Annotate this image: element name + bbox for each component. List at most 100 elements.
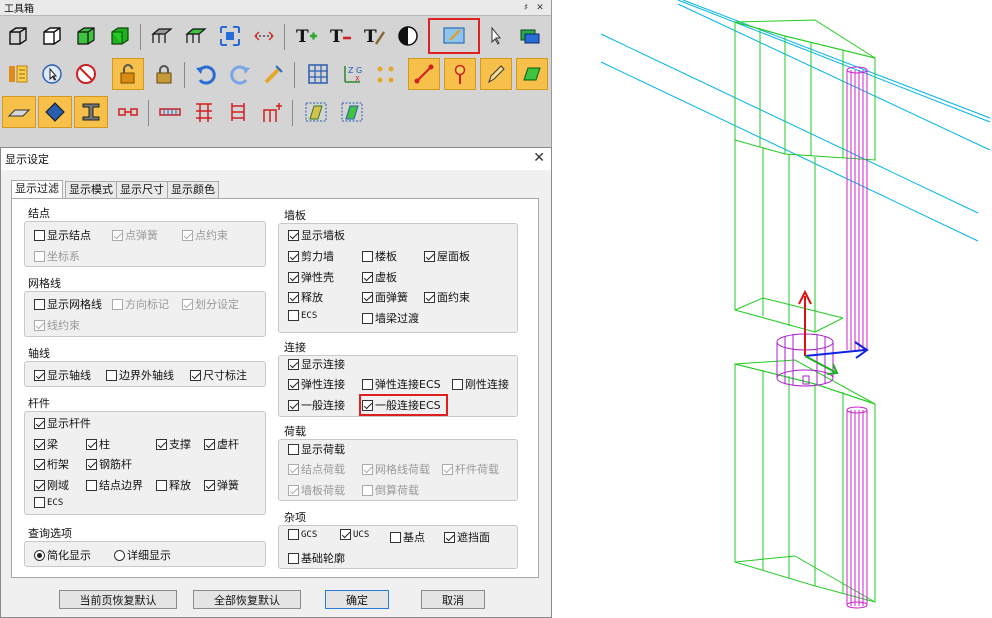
checkbox-show-wall[interactable]: 显示墙板 — [288, 227, 345, 243]
radio-simple-display[interactable]: 简化显示 — [34, 547, 91, 563]
mesh-filter-icon[interactable] — [180, 20, 212, 52]
cube-solid-icon[interactable] — [104, 20, 136, 52]
checkbox-virtual-slab[interactable]: 虚板 — [362, 269, 397, 285]
checkbox-elastic-link[interactable]: 弹性连接 — [288, 376, 345, 392]
wall-icon[interactable] — [188, 96, 220, 128]
draw-pencil-icon[interactable] — [480, 58, 512, 90]
checkbox-node-load[interactable]: 结点荷载 — [288, 461, 345, 477]
pencil-snap-icon[interactable] — [258, 58, 290, 90]
checkbox-base-point[interactable]: 基点 — [390, 529, 425, 545]
checkbox-show-grid[interactable]: 显示网格线 — [34, 296, 102, 312]
redo-icon[interactable] — [224, 58, 256, 90]
checkbox-virtual-member[interactable]: 虚杆 — [204, 436, 239, 452]
grid-icon[interactable] — [302, 58, 334, 90]
layers-icon[interactable] — [514, 20, 546, 52]
checkbox-beam[interactable]: 梁 — [34, 436, 58, 452]
paste-member-icon[interactable] — [336, 96, 368, 128]
checkbox-spring[interactable]: 弹簧 — [204, 477, 239, 493]
text-style-icon[interactable]: T — [358, 20, 390, 52]
checkbox-line-constraint[interactable]: 线约束 — [34, 317, 80, 333]
checkbox-floor-slab[interactable]: 楼板 — [362, 248, 397, 264]
checkbox-member-ecs[interactable]: ECS — [34, 497, 63, 508]
checkbox-show-axis[interactable]: 显示轴线 — [34, 367, 91, 383]
checkbox-member-release[interactable]: 释放 — [156, 477, 191, 493]
no-select-icon[interactable] — [70, 58, 102, 90]
copy-member-icon[interactable] — [300, 96, 332, 128]
dialog-close-button[interactable]: ✕ — [533, 150, 545, 166]
checkbox-rigid-zone[interactable]: 刚域 — [34, 477, 69, 493]
checkbox-show-member[interactable]: 显示杆件 — [34, 415, 91, 431]
tab-display-color[interactable]: 显示颜色 — [167, 181, 219, 199]
checkbox-wall-ecs[interactable]: ECS — [288, 310, 317, 321]
cube-green-icon[interactable] — [70, 20, 102, 52]
model-viewport[interactable] — [553, 0, 992, 618]
checkbox-point-spring[interactable]: 点弹簧 — [112, 227, 158, 243]
mesh-select-icon[interactable] — [146, 20, 178, 52]
tab-display-filter[interactable]: 显示过滤 — [11, 180, 63, 200]
measure-icon[interactable] — [248, 20, 280, 52]
unlock-icon[interactable] — [112, 58, 144, 90]
slab-icon[interactable] — [2, 96, 36, 128]
checkbox-shear-wall[interactable]: 剪力墙 — [288, 248, 334, 264]
points-icon[interactable] — [370, 58, 402, 90]
checkbox-coordinate-system[interactable]: 坐标系 — [34, 248, 80, 264]
checkbox-truss[interactable]: 桁架 — [34, 456, 69, 472]
checkbox-column[interactable]: 柱 — [86, 436, 110, 452]
reset-page-button[interactable]: 当前页恢复默认 — [59, 590, 177, 609]
pointer-icon[interactable] — [480, 20, 512, 52]
link-icon[interactable] — [112, 96, 144, 128]
toolbox-close-button[interactable]: ✕ — [533, 3, 547, 13]
undo-icon[interactable] — [190, 58, 222, 90]
zoom-fit-icon[interactable] — [214, 20, 246, 52]
checkbox-gcs[interactable]: GCS — [288, 529, 317, 540]
checkbox-dimension[interactable]: 尺寸标注 — [190, 367, 247, 383]
checkbox-direction-mark[interactable]: 方向标记 — [112, 296, 169, 312]
axis-icon[interactable]: Z GX — [336, 58, 368, 90]
property-icon[interactable] — [2, 58, 34, 90]
checkbox-outer-axis[interactable]: 边界外轴线 — [106, 367, 174, 383]
pin-icon[interactable] — [444, 58, 476, 90]
checkbox-foundation-outline[interactable]: 基础轮廓 — [288, 550, 345, 566]
cube-wire-icon[interactable] — [2, 20, 34, 52]
checkbox-back-calc-load[interactable]: 倒算荷载 — [362, 482, 419, 498]
checkbox-show-load[interactable]: 显示荷载 — [288, 441, 345, 457]
tab-display-size[interactable]: 显示尺寸 — [116, 181, 168, 199]
checkbox-member-load[interactable]: 杆件荷载 — [442, 461, 499, 477]
lock-icon[interactable] — [148, 58, 180, 90]
checkbox-node-boundary[interactable]: 结点边界 — [86, 477, 143, 493]
column-grid-icon[interactable] — [222, 96, 254, 128]
cube-outline-icon[interactable] — [36, 20, 68, 52]
checkbox-roof-slab[interactable]: 屋面板 — [424, 248, 470, 264]
reset-all-button[interactable]: 全部恢复默认 — [193, 590, 301, 609]
ok-button[interactable]: 确定 — [325, 590, 389, 609]
checkbox-rebar[interactable]: 钢筋杆 — [86, 456, 132, 472]
tab-display-mode[interactable]: 显示模式 — [65, 181, 117, 199]
diamond-icon[interactable] — [38, 96, 72, 128]
checkbox-surface-spring[interactable]: 面弹簧 — [362, 289, 408, 305]
checkbox-occlusion[interactable]: 遮挡面 — [444, 529, 490, 545]
contrast-icon[interactable] — [392, 20, 424, 52]
add-member-icon[interactable] — [256, 96, 288, 128]
checkbox-division-setting[interactable]: 划分设定 — [182, 296, 239, 312]
checkbox-rigid-link[interactable]: 刚性连接 — [452, 376, 509, 392]
text-remove-icon[interactable]: T — [324, 20, 356, 52]
checkbox-general-link[interactable]: 一般连接 — [288, 397, 345, 413]
checkbox-wall-load[interactable]: 墙板荷载 — [288, 482, 345, 498]
checkbox-elastic-link-ecs[interactable]: 弹性连接ECS — [362, 376, 441, 392]
checkbox-elastic-shell[interactable]: 弹性壳 — [288, 269, 334, 285]
pin-button[interactable]: ♯ — [519, 3, 533, 13]
display-settings-icon[interactable] — [428, 18, 480, 54]
beam-section-icon[interactable] — [74, 96, 108, 128]
checkbox-surface-constraint[interactable]: 面约束 — [424, 289, 470, 305]
checkbox-general-link-ecs[interactable]: 一般连接ECS — [359, 394, 448, 416]
line-node-icon[interactable] — [408, 58, 440, 90]
checkbox-wall-release[interactable]: 释放 — [288, 289, 323, 305]
checkbox-ucs[interactable]: UCS — [340, 529, 369, 540]
checkbox-point-constraint[interactable]: 点约束 — [182, 227, 228, 243]
checkbox-brace[interactable]: 支撑 — [156, 436, 191, 452]
radio-detail-display[interactable]: 详细显示 — [114, 547, 171, 563]
plate-icon[interactable] — [516, 58, 548, 90]
cancel-button[interactable]: 取消 — [421, 590, 485, 609]
checkbox-grid-load[interactable]: 网格线荷载 — [362, 461, 430, 477]
select-circle-icon[interactable] — [36, 58, 68, 90]
